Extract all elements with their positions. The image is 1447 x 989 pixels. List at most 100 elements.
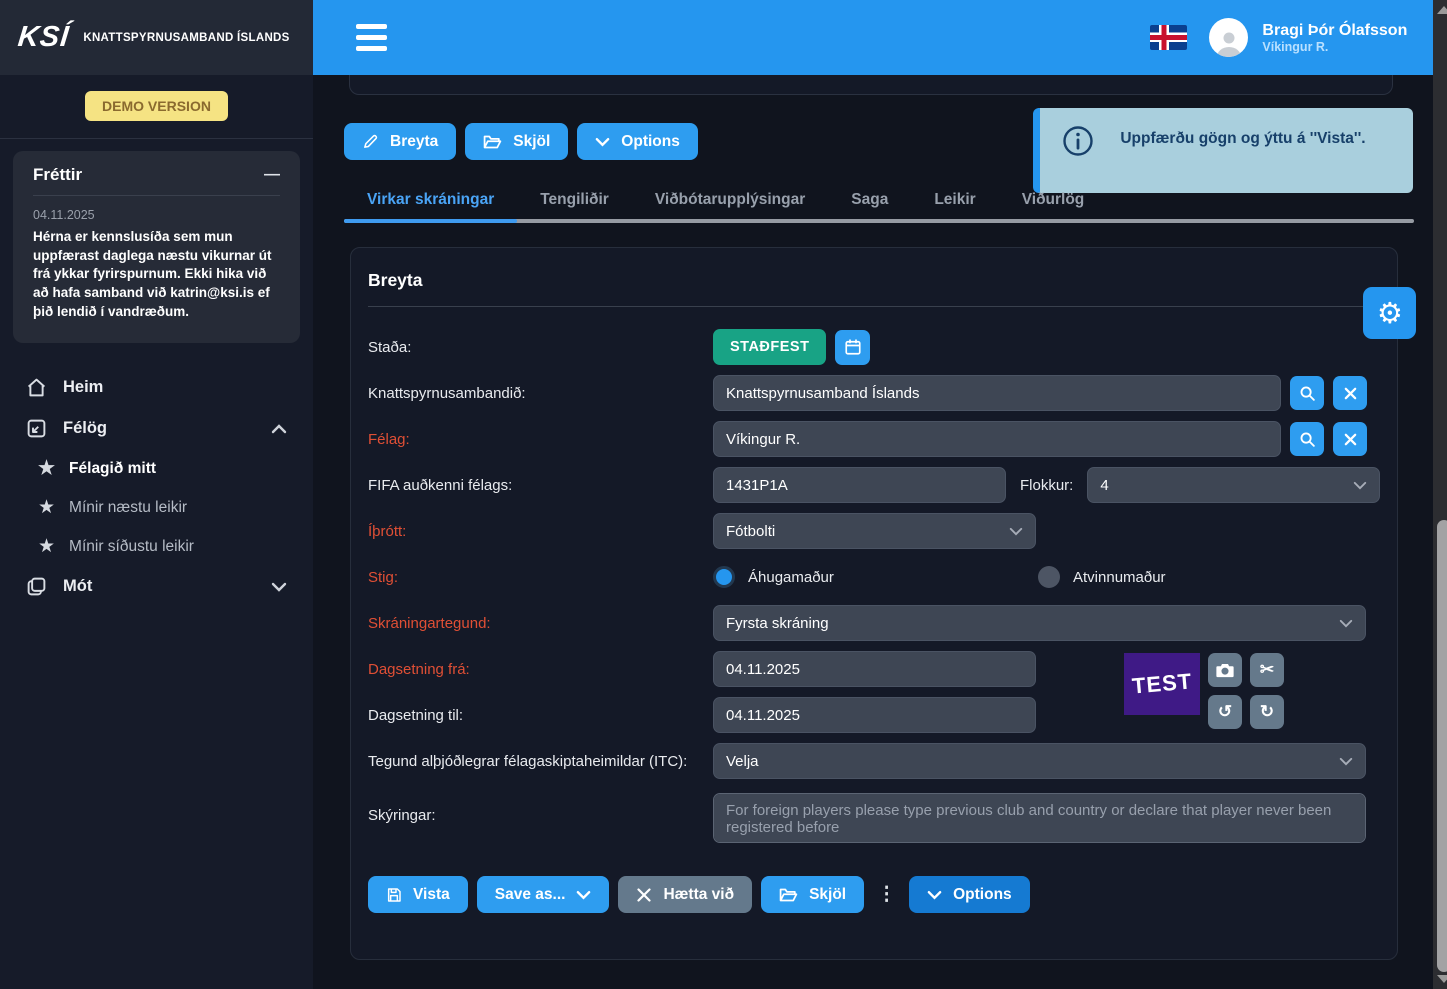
chevron-down-icon — [1354, 481, 1367, 489]
tab-leikir[interactable]: Leikir — [911, 191, 998, 223]
chevron-down-icon — [1009, 527, 1023, 535]
field-label: Skráningartegund: — [368, 614, 491, 632]
chevron-down-icon — [1339, 619, 1353, 627]
iceland-flag-icon[interactable] — [1150, 25, 1188, 50]
felag-search-button[interactable] — [1290, 422, 1324, 456]
sidebar-item-felog[interactable]: Félög — [0, 408, 313, 449]
tab-virkar-skraningar[interactable]: Virkar skráningar — [344, 191, 518, 223]
tab-vidbotarupplysingar[interactable]: Viðbótarupplýsingar — [632, 191, 828, 223]
chevron-up-icon — [271, 423, 287, 433]
field-label: Félag: — [368, 430, 410, 448]
fifa-id-input[interactable] — [713, 467, 1006, 503]
panel-title: Breyta — [368, 270, 423, 290]
camera-icon — [1216, 664, 1234, 678]
breyta-button[interactable]: Breyta — [344, 123, 457, 160]
field-stig: Stig: Áhugamaður Atvinnumaður — [368, 559, 1380, 595]
chevron-down-icon — [595, 137, 610, 147]
options-button[interactable]: Options — [577, 123, 698, 160]
federation-search-button[interactable] — [1290, 376, 1324, 410]
field-stada: Staða: STAÐFEST — [368, 329, 1380, 365]
status-badge: STAÐFEST — [713, 329, 827, 365]
collapse-icon[interactable]: — — [264, 166, 280, 184]
more-options-icon[interactable]: ⋮ — [877, 883, 896, 906]
vertical-scrollbar[interactable] — [1433, 0, 1447, 989]
save-as-button[interactable]: Save as... — [476, 876, 610, 913]
tab-tengilidir[interactable]: Tengiliðir — [517, 191, 632, 223]
user-club: Víkingur R. — [1262, 40, 1329, 55]
hamburger-menu-icon[interactable] — [356, 24, 387, 51]
close-icon — [1344, 433, 1356, 445]
scissors-icon: ✂ — [1259, 660, 1275, 679]
field-felag: Félag: — [368, 421, 1380, 457]
sidebar-item-minir-naestu-leikir[interactable]: ★ Mínir næstu leikir — [0, 488, 313, 527]
rotate-right-button[interactable]: ↻ — [1250, 695, 1284, 729]
ksi-logo: KSÍ — [16, 21, 72, 53]
scrollbar-thumb[interactable] — [1437, 520, 1447, 972]
chevron-down-icon — [577, 890, 591, 900]
scroll-up-arrow[interactable] — [1437, 6, 1447, 14]
field-label: FIFA auðkenni félags: — [368, 476, 513, 494]
field-label: Tegund alþjóðlegrar félagaskiptaheimilda… — [368, 752, 688, 770]
radio-atvinnumadur[interactable]: Atvinnumaður — [1038, 566, 1363, 588]
calendar-button[interactable] — [835, 329, 871, 365]
skjol-footer-button[interactable]: Skjöl — [761, 876, 865, 913]
tab-bar: Virkar skráningar Tengiliðir Viðbótarupp… — [344, 191, 1415, 223]
iprott-select[interactable]: Fótbolti — [713, 513, 1036, 549]
sidebar-item-heim[interactable]: Heim — [0, 367, 313, 408]
avatar — [1209, 18, 1249, 57]
settings-fab[interactable]: ⚙ — [1363, 287, 1417, 339]
rotate-left-button[interactable]: ↺ — [1208, 695, 1242, 729]
date-from-input[interactable] — [713, 651, 1036, 687]
sidebar: KSÍ KNATTSPYRNUSAMBAND ÍSLANDS DEMO VERS… — [0, 0, 313, 989]
field-label: Dagsetning til: — [368, 706, 464, 724]
camera-button[interactable] — [1208, 653, 1242, 687]
notification-banner: Uppfærðu gögn og ýttu á ''Vista''. — [1033, 108, 1414, 193]
close-icon — [1344, 387, 1356, 399]
haetta-vid-button[interactable]: Hætta við — [618, 876, 753, 913]
federation-clear-button[interactable] — [1333, 376, 1367, 410]
news-card: Fréttir — 04.11.2025 Hérna er kennslusíð… — [13, 151, 300, 344]
scroll-down-arrow[interactable] — [1437, 975, 1447, 983]
field-label: Stig: — [368, 568, 399, 586]
edit-panel: Breyta Staða: STAÐFEST Knattspyrnusamban… — [350, 247, 1399, 960]
sidebar-item-felagid-mitt[interactable]: ★ Félagið mitt — [0, 449, 313, 488]
folder-open-icon — [779, 888, 798, 901]
federation-input[interactable] — [713, 375, 1281, 411]
star-icon: ★ — [38, 536, 56, 558]
sidebar-divider — [0, 138, 313, 139]
info-icon — [1063, 126, 1094, 156]
app-window: KSÍ KNATTSPYRNUSAMBAND ÍSLANDS DEMO VERS… — [0, 0, 1447, 989]
skjol-button[interactable]: Skjöl — [465, 123, 569, 160]
search-icon — [1300, 432, 1315, 447]
radio-ahugamadur[interactable]: Áhugamaður — [713, 566, 1038, 588]
sidebar-item-minir-sidustu-leikir[interactable]: ★ Mínir síðustu leikir — [0, 527, 313, 566]
person-icon — [1216, 32, 1241, 57]
scissors-button[interactable]: ✂ — [1250, 653, 1284, 687]
vista-button[interactable]: Vista — [368, 876, 468, 913]
radio-unselected-icon — [1038, 566, 1060, 588]
skyringar-textarea[interactable] — [713, 793, 1366, 843]
content: Breyta Skjöl Options Uppfærðu gögn og ýt… — [313, 75, 1433, 989]
tab-vidurlog[interactable]: Viðurlög — [999, 191, 1108, 223]
news-date: 04.11.2025 — [33, 208, 95, 222]
field-label: Íþrótt: — [368, 522, 407, 540]
skraningartegund-select[interactable]: Fyrsta skráning — [713, 605, 1366, 641]
flokkur-label: Flokkur: — [1020, 476, 1074, 494]
field-label: Skýringar: — [368, 807, 436, 824]
itc-select[interactable]: Velja — [713, 743, 1366, 779]
sidebar-nav: Heim Félög ★ Félagið mitt ★ Mínir næstu … — [0, 343, 313, 607]
tab-saga[interactable]: Saga — [828, 191, 911, 223]
home-icon — [27, 378, 46, 397]
felag-input[interactable] — [713, 421, 1281, 457]
sidebar-item-mot[interactable]: Mót — [0, 566, 313, 607]
sidebar-item-label: Félög — [63, 419, 107, 438]
field-fifa-id: FIFA auðkenni félags: Flokkur: 4 — [368, 467, 1381, 503]
flokkur-select[interactable]: 4 — [1087, 467, 1381, 503]
options-footer-button[interactable]: Options — [909, 876, 1030, 913]
chevron-down-icon — [271, 582, 287, 592]
club-image-group: TEST ✂ ↺ ↻ — [1124, 653, 1284, 729]
date-to-input[interactable] — [713, 697, 1036, 733]
felag-clear-button[interactable] — [1333, 422, 1367, 456]
user-menu[interactable]: Bragi Þór Ólafsson Víkingur R. — [1209, 18, 1407, 57]
sidebar-item-label: Félagið mitt — [69, 459, 157, 477]
